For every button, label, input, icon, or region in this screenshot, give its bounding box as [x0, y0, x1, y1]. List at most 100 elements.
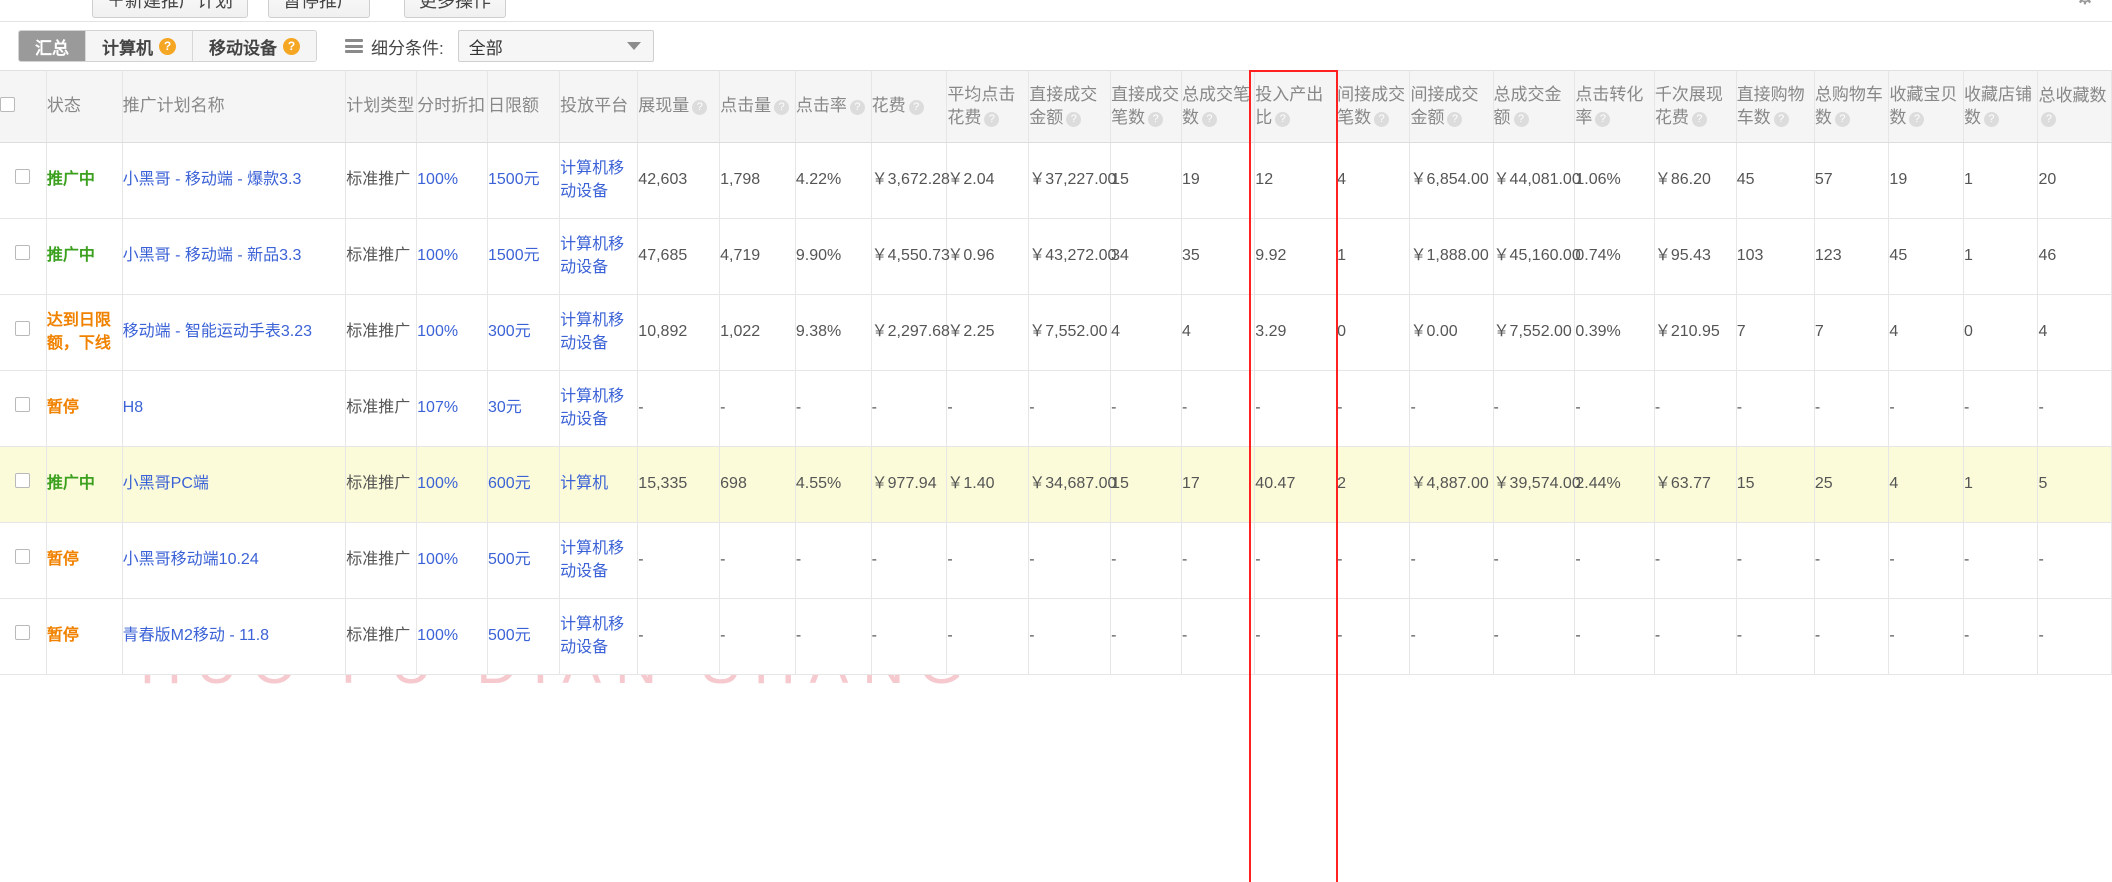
column-header-plan_name[interactable]: 推广计划名称 [122, 70, 347, 143]
help-icon[interactable]: ? [1513, 111, 1529, 127]
help-icon[interactable]: ? [849, 100, 865, 116]
cell-plan_name[interactable]: 小黑哥 - 移动端 - 爆款3.3 [122, 142, 347, 219]
table-row[interactable]: 推广中 小黑哥PC端 标准推广 100% 600元 计算机 15,335 698 4.55% ￥9… [0, 446, 2112, 523]
column-header-total_amount[interactable]: 总成交金额? [1493, 70, 1576, 143]
gear-icon[interactable]: ⚙ [2072, 0, 2098, 10]
time_discount-link[interactable]: 100% [417, 323, 458, 340]
plan-name-link[interactable]: 小黑哥 - 移动端 - 新品3.3 [123, 247, 302, 264]
cell-time_discount[interactable]: 100% [416, 522, 488, 599]
daily_budget-link[interactable]: 30元 [488, 399, 522, 416]
more-actions-button[interactable]: 更多操作 [404, 0, 506, 18]
cell-check[interactable] [0, 370, 47, 447]
platform-link[interactable]: 计算机 [560, 475, 608, 492]
row-select-checkbox[interactable] [15, 245, 31, 261]
cell-check[interactable] [0, 218, 47, 295]
cell-daily_budget[interactable]: 500元 [487, 598, 561, 675]
column-header-impressions[interactable]: 展现量? [637, 70, 721, 143]
plan-name-link[interactable]: H8 [123, 399, 143, 416]
platform-link[interactable]: 计算机移动设备 [560, 540, 624, 579]
campaign-table-container[interactable]: 状态 推广计划名称 计划类型 分时折扣 日限额 投放平台 展现量? 点击量? 点击率? 花费? 平均… [0, 70, 2112, 882]
cell-check[interactable] [0, 522, 47, 599]
cell-time_discount[interactable]: 107% [416, 370, 488, 447]
help-icon[interactable]: ? [1201, 111, 1217, 127]
help-icon[interactable]: ? [1374, 111, 1390, 127]
table-row[interactable]: 暂停 H8 标准推广 107% 30元 计算机移动设备 - - - - - - - - - - - - - - - - - -… [0, 370, 2112, 447]
help-icon[interactable]: ? [1691, 111, 1707, 127]
table-row[interactable]: 推广中 小黑哥 - 移动端 - 爆款3.3 标准推广 100% 1500元 计算机移动设备… [0, 142, 2112, 219]
segment-mobile[interactable]: 移动设备 ? [193, 31, 316, 61]
segment-summary[interactable]: 汇总 [19, 31, 86, 61]
platform-link[interactable]: 计算机移动设备 [560, 388, 624, 427]
cell-check[interactable] [0, 598, 47, 675]
column-header-fav_total[interactable]: 总收藏数? [2037, 70, 2112, 143]
cell-daily_budget[interactable]: 1500元 [487, 218, 561, 295]
cell-time_discount[interactable]: 100% [416, 218, 488, 295]
new-plan-button[interactable]: ＋新建推广计划 [92, 0, 248, 18]
plan-name-link[interactable]: 青春版M2移动 - 11.8 [123, 627, 269, 644]
column-header-cpm[interactable]: 千次展现花费? [1654, 70, 1737, 143]
plan-name-link[interactable]: 移动端 - 智能运动手表3.23 [123, 323, 312, 340]
platform-link[interactable]: 计算机移动设备 [560, 616, 624, 655]
column-header-avg_cpc[interactable]: 平均点击花费? [946, 70, 1030, 143]
daily_budget-link[interactable]: 500元 [488, 551, 531, 568]
plan-name-link[interactable]: 小黑哥PC端 [123, 475, 209, 492]
row-select-checkbox[interactable] [15, 169, 31, 185]
cell-platform[interactable]: 计算机 [559, 446, 639, 523]
pause-promotion-button[interactable]: 暂停推广 [268, 0, 370, 18]
time_discount-link[interactable]: 107% [417, 399, 458, 416]
cell-time_discount[interactable]: 100% [416, 294, 488, 371]
column-header-plan_type[interactable]: 计划类型 [345, 70, 418, 143]
column-header-fav_item[interactable]: 收藏宝贝数? [1888, 70, 1964, 143]
column-header-roi[interactable]: 投入产出比? [1254, 70, 1338, 143]
cell-time_discount[interactable]: 100% [416, 446, 488, 523]
help-icon[interactable]: ? [1595, 111, 1611, 127]
daily_budget-link[interactable]: 300元 [488, 323, 531, 340]
time_discount-link[interactable]: 100% [417, 247, 458, 264]
row-select-checkbox[interactable] [15, 549, 31, 565]
cell-time_discount[interactable]: 100% [416, 142, 488, 219]
cell-daily_budget[interactable]: 30元 [487, 370, 561, 447]
plan-name-link[interactable]: 小黑哥 - 移动端 - 爆款3.3 [123, 171, 302, 188]
column-header-total_cart[interactable]: 总购物车数? [1814, 70, 1890, 143]
help-icon[interactable]: ? [1148, 111, 1164, 127]
help-icon[interactable]: ? [2041, 111, 2057, 127]
column-header-indirect_orders[interactable]: 间接成交笔数? [1336, 70, 1411, 143]
help-icon[interactable]: ? [1066, 111, 1082, 127]
cell-platform[interactable]: 计算机移动设备 [559, 142, 639, 219]
cell-daily_budget[interactable]: 500元 [487, 522, 561, 599]
select-all-checkbox[interactable] [0, 96, 15, 112]
cell-plan_name[interactable]: 移动端 - 智能运动手表3.23 [122, 294, 347, 371]
plan-name-link[interactable]: 小黑哥移动端10.24 [123, 551, 259, 568]
column-header-daily_budget[interactable]: 日限额 [487, 70, 561, 143]
column-header-status[interactable]: 状态 [46, 70, 123, 143]
column-header-direct_orders[interactable]: 直接成交笔数? [1110, 70, 1182, 143]
cell-plan_name[interactable]: 小黑哥PC端 [122, 446, 347, 523]
table-row[interactable]: 暂停 小黑哥移动端10.24 标准推广 100% 500元 计算机移动设备 - - - - - - - -… [0, 522, 2112, 599]
platform-link[interactable]: 计算机移动设备 [560, 312, 624, 351]
select-all-header[interactable] [0, 70, 47, 143]
column-header-clicks[interactable]: 点击量? [719, 70, 796, 143]
cell-platform[interactable]: 计算机移动设备 [559, 294, 639, 371]
subdivision-select[interactable]: 全部 [457, 30, 654, 62]
column-header-fav_shop[interactable]: 收藏店铺数? [1963, 70, 2039, 143]
column-header-ctr[interactable]: 点击率? [795, 70, 872, 143]
row-select-checkbox[interactable] [15, 397, 31, 413]
cell-platform[interactable]: 计算机移动设备 [559, 522, 639, 599]
help-icon[interactable]: ? [1909, 111, 1925, 127]
cell-daily_budget[interactable]: 300元 [487, 294, 561, 371]
daily_budget-link[interactable]: 500元 [488, 627, 531, 644]
cell-platform[interactable]: 计算机移动设备 [559, 218, 639, 295]
cell-check[interactable] [0, 142, 47, 219]
column-header-time_discount[interactable]: 分时折扣 [416, 70, 488, 143]
cell-check[interactable] [0, 446, 47, 523]
table-row[interactable]: 达到日限额，下线 移动端 - 智能运动手表3.23 标准推广 100% 300元 计算机移… [0, 294, 2112, 371]
segment-computer[interactable]: 计算机 ? [86, 31, 193, 61]
row-select-checkbox[interactable] [15, 321, 31, 337]
cell-platform[interactable]: 计算机移动设备 [559, 370, 639, 447]
table-row[interactable]: 推广中 小黑哥 - 移动端 - 新品3.3 标准推广 100% 1500元 计算机移动设备… [0, 218, 2112, 295]
column-header-total_orders[interactable]: 总成交笔数? [1181, 70, 1256, 143]
cell-daily_budget[interactable]: 1500元 [487, 142, 561, 219]
column-header-indirect_amount[interactable]: 间接成交金额? [1409, 70, 1494, 143]
cell-plan_name[interactable]: 青春版M2移动 - 11.8 [122, 598, 347, 675]
table-row[interactable]: 暂停 青春版M2移动 - 11.8 标准推广 100% 500元 计算机移动设备 - - - - -… [0, 598, 2112, 675]
